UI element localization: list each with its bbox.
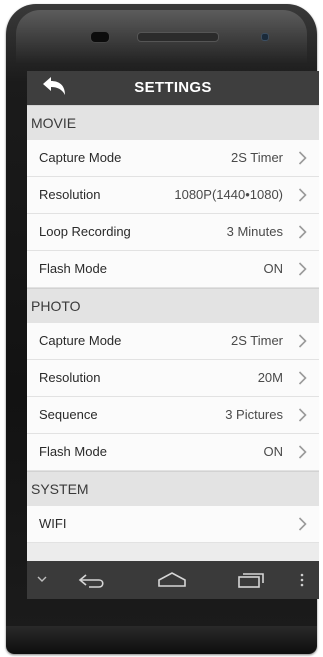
menu-icon[interactable] <box>299 573 305 587</box>
chevron-right-icon <box>298 517 307 531</box>
setting-row-movie-flash-mode[interactable]: Flash Mode ON <box>27 251 319 288</box>
section-header-movie: MOVIE <box>27 105 319 140</box>
setting-row-movie-capture-mode[interactable]: Capture Mode 2S Timer <box>27 140 319 177</box>
chevron-right-icon <box>298 408 307 422</box>
setting-label: Resolution <box>39 370 101 385</box>
setting-value: ON <box>263 444 284 459</box>
setting-row-movie-loop-recording[interactable]: Loop Recording 3 Minutes <box>27 214 319 251</box>
setting-label: Flash Mode <box>39 444 107 459</box>
setting-label: Resolution <box>39 187 101 202</box>
chevron-right-icon <box>298 262 307 276</box>
chevron-right-icon <box>298 151 307 165</box>
front-camera <box>90 31 110 43</box>
setting-value: ON <box>263 261 284 276</box>
setting-row-photo-resolution[interactable]: Resolution 20M <box>27 360 319 397</box>
android-nav-bar <box>27 561 319 599</box>
setting-label: Flash Mode <box>39 261 107 276</box>
setting-label: Sequence <box>39 407 98 422</box>
chevron-right-icon <box>298 188 307 202</box>
earpiece-speaker <box>137 32 219 42</box>
chevron-right-icon <box>298 225 307 239</box>
setting-value: 1080P(1440•1080) <box>174 187 283 202</box>
setting-value: 3 Minutes <box>226 224 283 239</box>
home-icon[interactable] <box>157 571 187 589</box>
proximity-sensor <box>261 33 269 41</box>
phone-bottom-bezel <box>6 626 317 654</box>
recent-apps-icon[interactable] <box>237 571 265 589</box>
section-header-system: SYSTEM <box>27 471 319 506</box>
chevron-right-icon <box>298 445 307 459</box>
setting-label: WIFI <box>39 516 67 531</box>
setting-value: 20M <box>257 370 283 385</box>
setting-label: Capture Mode <box>39 333 122 348</box>
settings-screen: SETTINGS MOVIE Capture Mode 2S Timer Res… <box>27 71 319 599</box>
setting-label: Loop Recording <box>39 224 131 239</box>
setting-row-movie-resolution[interactable]: Resolution 1080P(1440•1080) <box>27 177 319 214</box>
setting-value: 3 Pictures <box>225 407 283 422</box>
back-icon[interactable] <box>77 572 107 590</box>
setting-row-photo-flash-mode[interactable]: Flash Mode ON <box>27 434 319 471</box>
chevron-down-icon[interactable] <box>37 576 47 584</box>
settings-list: MOVIE Capture Mode 2S Timer Resolution 1… <box>27 105 319 543</box>
setting-label: Capture Mode <box>39 150 122 165</box>
chevron-right-icon <box>298 334 307 348</box>
chevron-right-icon <box>298 371 307 385</box>
top-bar: SETTINGS <box>27 71 319 105</box>
setting-value: 2S Timer <box>230 150 283 165</box>
page-title: SETTINGS <box>134 79 212 96</box>
setting-row-system-wifi[interactable]: WIFI <box>27 506 319 543</box>
section-header-photo: PHOTO <box>27 288 319 323</box>
setting-row-photo-capture-mode[interactable]: Capture Mode 2S Timer <box>27 323 319 360</box>
setting-row-photo-sequence[interactable]: Sequence 3 Pictures <box>27 397 319 434</box>
setting-value: 2S Timer <box>230 333 283 348</box>
